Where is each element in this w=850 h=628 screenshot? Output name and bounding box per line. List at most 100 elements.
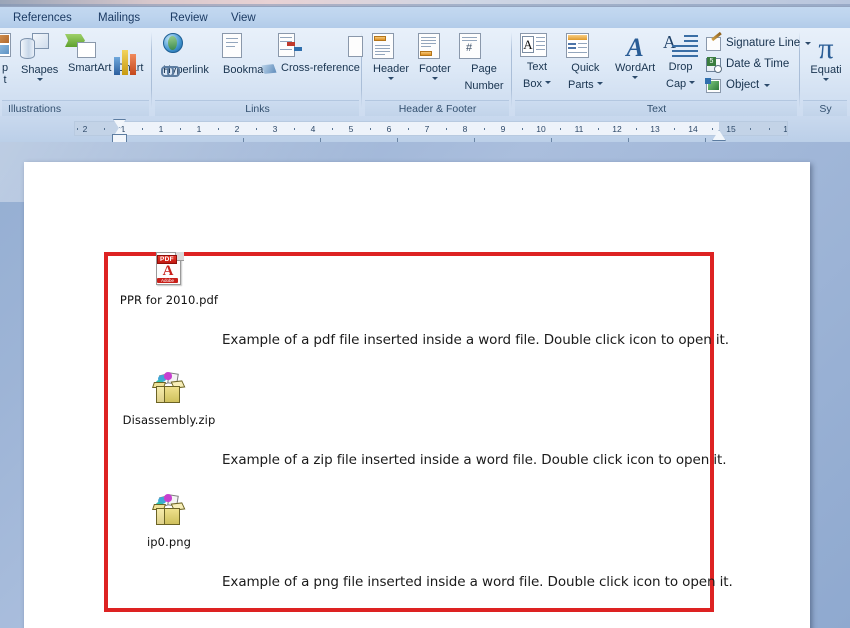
footer-button[interactable]: Footer <box>415 32 455 81</box>
header-button[interactable]: Header <box>369 32 413 81</box>
smartart-button[interactable]: SmartArt <box>64 32 115 76</box>
ribbon-tab-strip: References Mailings Review View <box>0 7 850 29</box>
clip-art-label-1: p <box>1 62 9 74</box>
text-box-label-2: Box <box>523 77 542 90</box>
quick-parts-label-1: Quick <box>571 62 600 74</box>
ribbon-group-illustrations: p t Shapes SmartArt Chart <box>0 28 152 116</box>
ruler-tick: 17 <box>783 124 788 134</box>
zip-embedded-object[interactable]: Disassembly.zip <box>109 372 229 427</box>
quick-parts-label-2: Parts <box>568 78 594 91</box>
drop-cap-icon: A <box>663 33 699 60</box>
wordart-button[interactable]: A WordArt <box>611 32 659 80</box>
ruler-tick: 14 <box>688 124 698 134</box>
page-number-label-1: Page <box>471 63 497 75</box>
chevron-down-icon[interactable] <box>689 80 696 84</box>
ruler-tick: 4 <box>310 124 316 134</box>
ruler-tick: 5 <box>348 124 354 134</box>
quick-parts-icon <box>566 33 598 61</box>
clip-art-icon <box>0 33 18 61</box>
adobe-a-glyph: A <box>162 263 174 279</box>
ruler-tick: 3 <box>272 124 278 134</box>
ruler-tick: 9 <box>500 124 506 134</box>
bookmark-icon <box>222 33 262 63</box>
zip-file-icon[interactable] <box>152 494 186 528</box>
pdf-file-icon[interactable]: PDF A Adobe <box>154 252 184 286</box>
chevron-down-icon[interactable] <box>431 76 438 80</box>
equation-label: Equati <box>810 64 842 76</box>
pdf-object-caption: PPR for 2010.pdf <box>119 293 219 307</box>
ribbon-group-symbols: π Equati Sy <box>801 28 850 116</box>
chart-icon <box>114 35 144 75</box>
zip-file-icon[interactable] <box>152 372 186 406</box>
tab-mailings[interactable]: Mailings <box>89 9 149 27</box>
horizontal-ruler[interactable]: 2 1 1 1 2 3 4 5 6 7 8 9 10 11 12 13 14 1… <box>74 121 788 136</box>
pdf-embedded-object[interactable]: PDF A Adobe PPR for 2010.pdf <box>109 252 229 307</box>
ruler-tick: 15 <box>726 124 736 134</box>
date-time-icon: 5 <box>706 56 722 73</box>
cross-reference-label: Cross-reference <box>281 62 360 74</box>
cross-reference-button[interactable]: Cross-reference <box>277 32 364 76</box>
chevron-down-icon[interactable] <box>544 80 551 84</box>
drop-cap-button[interactable]: A Drop Cap <box>662 32 699 93</box>
letter-a-glyph: A <box>663 32 676 52</box>
bookmark-button[interactable]: Bookmark <box>219 32 277 78</box>
page-number-label-2: Number <box>464 79 504 92</box>
ruler-tick: 2 <box>234 124 240 134</box>
chevron-down-icon[interactable] <box>764 84 771 88</box>
footer-icon <box>418 33 448 62</box>
shapes-icon <box>20 33 56 63</box>
date-number-glyph: 5 <box>707 56 716 66</box>
ribbon-group-text: A Text Box Quick Parts A WordArt A Drop … <box>513 28 812 116</box>
group-label-text: Text <box>646 103 667 115</box>
ribbon-group-header-footer: Header Footer # Page Number Header & Foo… <box>363 28 512 116</box>
adobe-brand-label: Adobe <box>157 278 178 283</box>
chevron-down-icon[interactable] <box>36 77 43 81</box>
tab-references[interactable]: References <box>4 9 81 27</box>
text-box-button[interactable]: A Text Box <box>519 32 555 93</box>
png-embedded-object[interactable]: ip0.png <box>109 494 229 549</box>
object-button[interactable]: Object <box>703 75 775 96</box>
ruler-tick: 13 <box>650 124 660 134</box>
quick-parts-button[interactable]: Quick Parts <box>564 32 607 94</box>
png-object-caption: ip0.png <box>146 535 192 549</box>
chevron-down-icon[interactable] <box>596 81 603 85</box>
ruler-tick: 8 <box>462 124 468 134</box>
chart-button[interactable]: Chart <box>112 32 148 76</box>
date-time-button[interactable]: 5 Date & Time <box>703 54 794 75</box>
word-application-window: References Mailings Review View p t Shap… <box>0 0 850 628</box>
page-number-icon: # <box>459 33 497 62</box>
hyperlink-button[interactable]: Hyperlink <box>159 32 213 78</box>
ruler-tick: 2 <box>82 124 88 134</box>
globe-link-icon <box>161 33 200 77</box>
smartart-label: SmartArt <box>68 62 112 74</box>
ruler-tick: 1 <box>196 124 202 134</box>
date-time-label: Date & Time <box>726 58 790 71</box>
signature-line-button[interactable]: Signature Line <box>703 31 816 54</box>
ruler-tick: 11 <box>574 124 584 134</box>
group-separator <box>151 32 152 108</box>
equation-pi-icon: π <box>818 32 834 65</box>
object-icon <box>705 77 722 94</box>
tab-view[interactable]: View <box>222 9 265 27</box>
drop-cap-label-2: Cap <box>666 77 687 90</box>
wordart-icon: A <box>626 33 644 62</box>
hash-glyph: # <box>466 42 473 54</box>
shapes-button[interactable]: Shapes <box>17 32 62 82</box>
chevron-down-icon[interactable] <box>388 76 395 80</box>
chevron-down-icon[interactable] <box>823 77 829 81</box>
group-label-symbols: Sy <box>819 103 832 115</box>
chevron-down-icon[interactable] <box>632 75 639 79</box>
letter-a-glyph: A <box>522 36 534 53</box>
ruler-tick: 10 <box>536 124 546 134</box>
cross-reference-icon <box>278 33 363 61</box>
ruler-tick: 6 <box>386 124 392 134</box>
pdf-description-text: Example of a pdf file inserted inside a … <box>222 332 729 348</box>
ribbon-group-links: Hyperlink Bookmark Cross-reference Links <box>153 28 364 116</box>
tab-review[interactable]: Review <box>161 9 217 27</box>
document-page[interactable]: PDF A Adobe PPR for 2010.pdf Example of … <box>24 162 810 628</box>
group-label-header-footer: Header & Footer <box>398 103 477 115</box>
zip-description-text: Example of a zip file inserted inside a … <box>222 452 727 468</box>
object-label: Object <box>726 79 760 92</box>
equation-button[interactable]: π Equati <box>805 32 847 82</box>
clip-art-label-2: t <box>3 73 7 86</box>
